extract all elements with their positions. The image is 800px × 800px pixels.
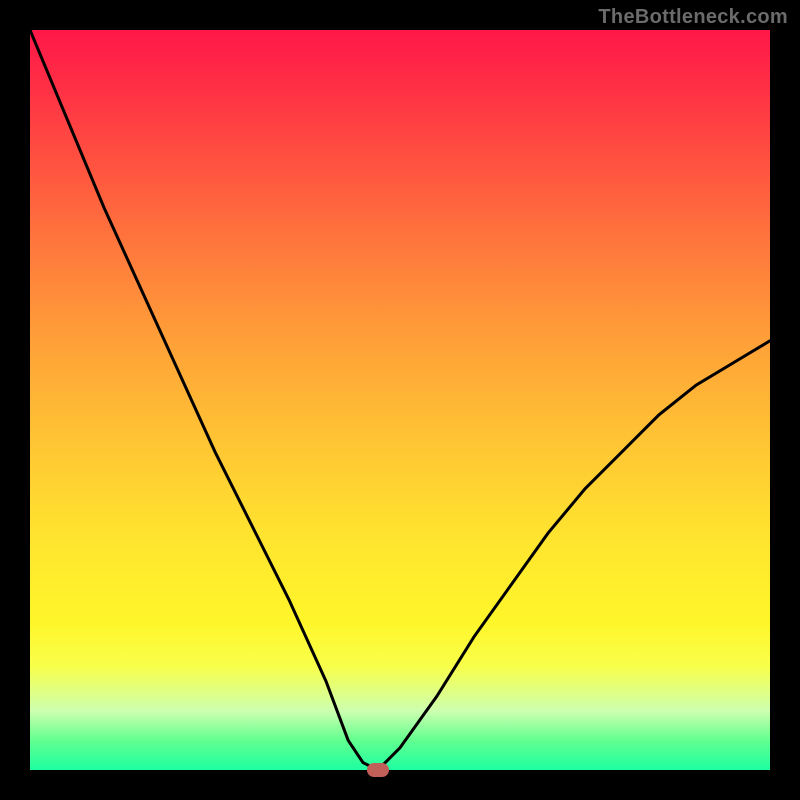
minimum-marker xyxy=(367,763,389,777)
plot-area xyxy=(30,30,770,770)
chart-container: TheBottleneck.com xyxy=(0,0,800,800)
curve-layer xyxy=(30,30,770,770)
watermark-text: TheBottleneck.com xyxy=(598,6,788,29)
bottleneck-curve xyxy=(30,30,770,770)
